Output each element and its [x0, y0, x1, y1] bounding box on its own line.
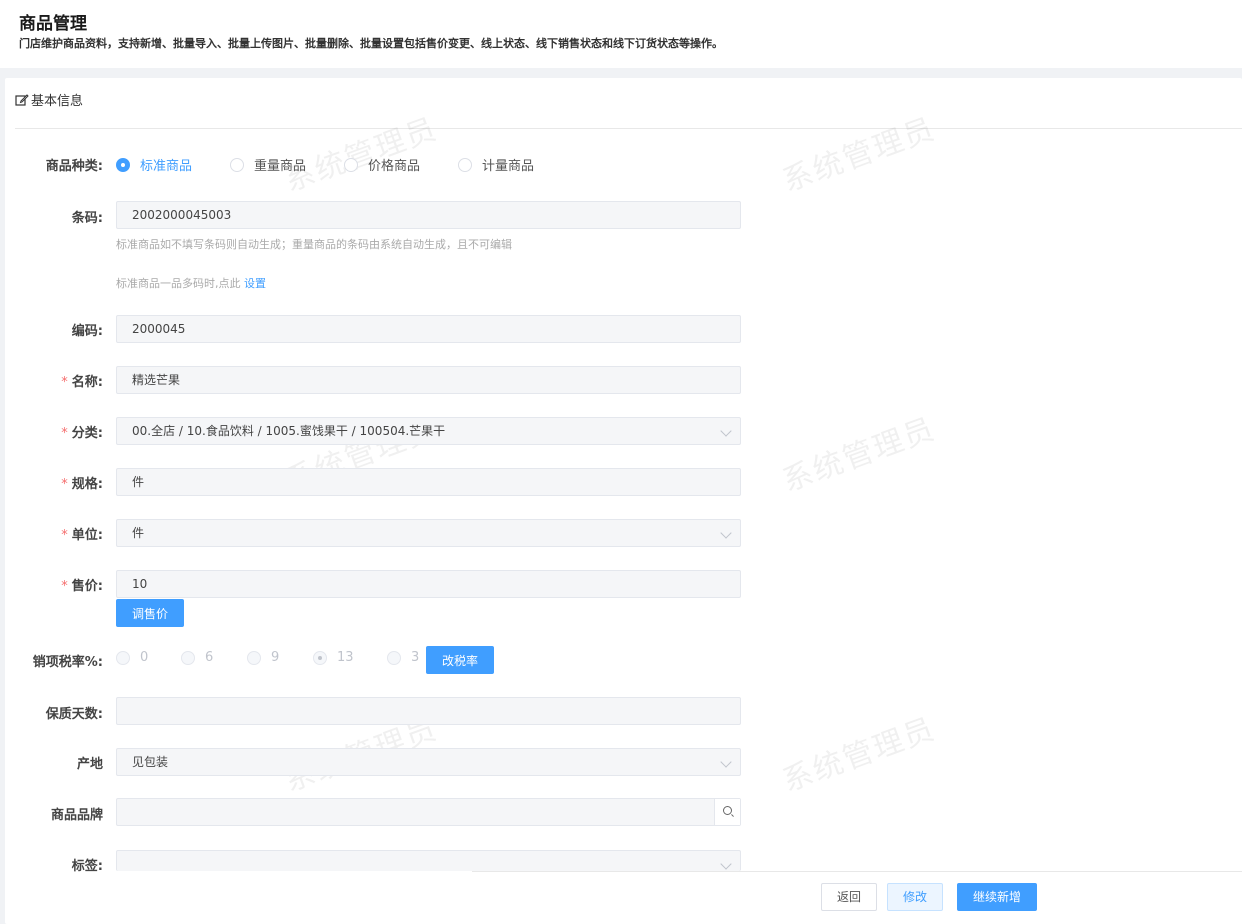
radio-label: 3 [411, 650, 420, 665]
tax-radio-13[interactable]: 13 [313, 650, 354, 665]
radio-label: 0 [140, 650, 149, 665]
brand-label: 商品品牌 [50, 808, 103, 823]
tax-radio-9[interactable]: 9 [247, 650, 279, 665]
brand-input[interactable] [116, 798, 741, 826]
name-label: * 名称: [0, 371, 103, 390]
continue-add-button[interactable]: 继续新增 [957, 883, 1037, 911]
radio-circle [313, 650, 327, 665]
radio-label: 13 [337, 650, 354, 665]
multi-barcode-hint-text: 标准商品一品多码时,点此 [116, 277, 241, 290]
radio-label: 标准商品 [140, 159, 193, 174]
barcode-label: 条码: [71, 211, 103, 226]
shelf-life-input[interactable] [116, 697, 741, 725]
tax-radio-0[interactable]: 0 [116, 650, 148, 665]
category-select[interactable]: 00.全店 / 10.食品饮料 / 1005.蜜饯果干 / 100504.芒果干 [116, 417, 741, 445]
type-radio-price[interactable]: 价格商品 [344, 155, 420, 174]
name-input[interactable]: 精选芒果 [116, 366, 741, 394]
tag-select[interactable] [116, 850, 741, 871]
unit-value: 件 [132, 526, 145, 540]
radio-circle [116, 157, 130, 172]
type-radio-standard[interactable]: 标准商品 [116, 155, 192, 174]
unit-label-text: 单位: [71, 528, 103, 543]
chevron-down-icon [710, 749, 740, 775]
code-label: 编码: [71, 324, 103, 339]
tag-label: 标签: [71, 859, 103, 874]
origin-label: 产地 [76, 757, 103, 772]
radio-circle [116, 650, 130, 665]
edit-icon [15, 93, 29, 106]
multi-barcode-set-link[interactable]: 设置 [244, 277, 266, 290]
shelf-life-label: 保质天数: [45, 707, 103, 722]
radio-circle [230, 157, 244, 172]
footer-bar: 返回 修改 继续新增 [472, 871, 1242, 924]
required-mark: * [61, 375, 68, 390]
price-input[interactable]: 10 [116, 570, 741, 598]
unit-label: * 单位: [0, 524, 103, 543]
required-mark: * [61, 426, 68, 441]
radio-label: 价格商品 [368, 159, 421, 174]
tax-radio-6[interactable]: 6 [181, 650, 213, 665]
barcode-hint: 标准商品如不填写条码则自动生成；重量商品的条码由系统自动生成，且不可编辑 [116, 238, 512, 251]
page-header: 商品管理 门店维护商品资料，支持新增、批量导入、批量上传图片、批量删除、批量设置… [0, 0, 1242, 68]
chevron-down-icon [710, 520, 740, 546]
radio-label: 6 [205, 650, 214, 665]
radio-circle [181, 650, 195, 665]
radio-label: 9 [271, 650, 280, 665]
chevron-down-icon [710, 418, 740, 444]
type-radio-weight[interactable]: 重量商品 [230, 155, 306, 174]
radio-circle [247, 650, 261, 665]
return-button[interactable]: 返回 [821, 883, 877, 911]
unit-select[interactable]: 件 [116, 519, 741, 547]
card-header: 基本信息 [15, 78, 1242, 129]
price-label-text: 售价: [71, 579, 103, 594]
category-label: * 分类: [0, 422, 103, 441]
radio-label: 重量商品 [254, 159, 307, 174]
card-title-text: 基本信息 [31, 94, 84, 109]
type-radio-measure[interactable]: 计量商品 [458, 155, 534, 174]
adjust-price-button[interactable]: 调售价 [116, 599, 184, 627]
change-tax-button[interactable]: 改税率 [426, 646, 494, 674]
spec-label-text: 规格: [71, 477, 103, 492]
category-value: 00.全店 / 10.食品饮料 / 1005.蜜饯果干 / 100504.芒果干 [132, 424, 446, 438]
tax-label: 销项税率%: [32, 655, 103, 670]
category-label-text: 分类: [71, 426, 103, 441]
origin-value: 见包装 [132, 755, 169, 769]
page-description: 门店维护商品资料，支持新增、批量导入、批量上传图片、批量删除、批量设置包括售价变… [19, 37, 723, 50]
tax-radio-3[interactable]: 3 [387, 650, 419, 665]
type-label: 商品种类: [45, 159, 103, 174]
origin-select[interactable]: 见包装 [116, 748, 741, 776]
radio-label: 计量商品 [482, 159, 535, 174]
search-icon[interactable] [714, 799, 740, 825]
radio-circle [458, 157, 472, 172]
required-mark: * [61, 579, 68, 594]
required-mark: * [61, 477, 68, 492]
radio-circle [387, 650, 401, 665]
multi-barcode-hint: 标准商品一品多码时,点此 设置 [116, 275, 266, 291]
barcode-input[interactable]: 2002000045003 [116, 201, 741, 229]
spec-input[interactable]: 件 [116, 468, 741, 496]
modify-button[interactable]: 修改 [887, 883, 943, 911]
required-mark: * [61, 528, 68, 543]
name-label-text: 名称: [71, 375, 103, 390]
code-input[interactable]: 2000045 [116, 315, 741, 343]
price-label: * 售价: [0, 575, 103, 594]
spec-label: * 规格: [0, 473, 103, 492]
radio-circle [344, 157, 358, 172]
card-title: 基本信息 [15, 90, 83, 109]
page-title: 商品管理 [19, 14, 87, 34]
